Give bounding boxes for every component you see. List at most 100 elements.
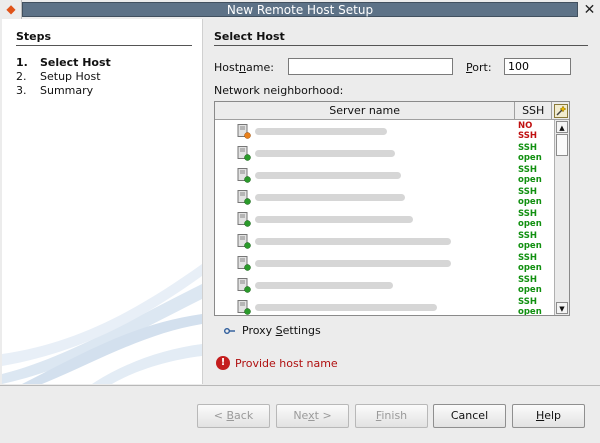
steps-list: 1. Select Host 2. Setup Host 3. Summary [16, 56, 111, 98]
ssh-status-line1: NO [518, 121, 533, 131]
ssh-status: SSH open [518, 165, 548, 185]
port-label: Port: [466, 61, 492, 74]
proxy-label-post: ettings [282, 324, 321, 337]
decorative-swoosh [2, 264, 202, 384]
step-number: 3. [16, 84, 27, 97]
title-bar: ◆ New Remote Host Setup ✕ [0, 0, 600, 19]
ssh-status: SSH open [518, 275, 548, 295]
hostname-label-mnemonic: n [239, 61, 247, 74]
close-icon[interactable]: ✕ [581, 1, 598, 18]
ssh-status-line2: open [518, 153, 542, 163]
server-ssh-icon [237, 300, 251, 315]
step-label: Setup Host [40, 70, 101, 83]
help-button[interactable]: Help [512, 404, 585, 428]
key-icon [224, 327, 235, 334]
ssh-status-line2: open [518, 285, 542, 295]
table-row[interactable]: SSH open [215, 164, 555, 186]
refresh-search-icon[interactable] [552, 102, 569, 119]
steps-divider [16, 45, 192, 46]
ssh-status: SSH open [518, 143, 548, 163]
step-label: Summary [40, 84, 94, 97]
server-ssh-icon [237, 256, 251, 271]
vertical-scrollbar[interactable]: ▲ ▼ [554, 120, 569, 315]
scroll-up-icon[interactable]: ▲ [556, 121, 568, 133]
netbeans-icon: ◆ [6, 2, 16, 16]
proxy-label-mnemonic: S [275, 324, 283, 337]
column-header-server-name[interactable]: Server name [215, 102, 516, 119]
hostname-input[interactable] [288, 58, 453, 75]
ssh-status: NO SSH [518, 121, 548, 141]
port-input[interactable] [504, 58, 571, 75]
table-row[interactable]: SSH open [215, 230, 555, 252]
table-row[interactable]: SSH open [215, 186, 555, 208]
ssh-status: SSH open [518, 297, 548, 316]
ssh-status-line2: open [518, 241, 542, 251]
ssh-status-line2: open [518, 175, 542, 185]
step-number: 1. [16, 56, 28, 69]
ssh-status-line1: SSH [518, 143, 537, 153]
scroll-down-icon[interactable]: ▼ [556, 302, 568, 314]
table-row[interactable]: SSH open [215, 208, 555, 230]
ssh-status-line2: open [518, 197, 542, 207]
server-name-redacted [255, 150, 395, 157]
server-ssh-icon [237, 234, 251, 249]
server-no-ssh-icon [237, 124, 251, 139]
proxy-settings-link[interactable]: Proxy Settings [224, 324, 321, 337]
table-row[interactable]: NO SSH [215, 120, 555, 142]
server-ssh-icon [237, 168, 251, 183]
ssh-status-line1: SSH [518, 253, 537, 263]
server-ssh-icon [237, 278, 251, 293]
error-message: Provide host name [235, 356, 338, 370]
server-name-redacted [255, 282, 393, 289]
select-host-panel: Select Host Hostname: Port: Network neig… [204, 19, 598, 384]
server-name-redacted [255, 260, 451, 267]
table-row[interactable]: SSH open [215, 252, 555, 274]
ssh-status: SSH open [518, 187, 548, 207]
ssh-status: SSH open [518, 253, 548, 273]
server-ssh-icon [237, 146, 251, 161]
scroll-thumb[interactable] [556, 134, 568, 156]
validation-error: ! Provide host name [216, 356, 338, 370]
cancel-button[interactable]: Cancel [433, 404, 506, 428]
ssh-status-line2: open [518, 307, 542, 316]
server-name-redacted [255, 238, 451, 245]
ssh-status: SSH open [518, 209, 548, 229]
ssh-status-line1: SSH [518, 297, 537, 307]
step-label: Select Host [40, 56, 111, 69]
window-title: New Remote Host Setup [22, 2, 578, 17]
ssh-status: SSH open [518, 231, 548, 251]
footer-divider [0, 385, 600, 386]
ssh-status-line1: SSH [518, 165, 537, 175]
network-neighborhood-label: Network neighborhood: [214, 84, 344, 97]
table-row[interactable]: SSH open [215, 142, 555, 164]
ssh-status-line1: SSH [518, 209, 537, 219]
server-ssh-icon [237, 190, 251, 205]
ssh-status-line2: open [518, 219, 542, 229]
table-row[interactable]: SSH open [215, 296, 555, 316]
proxy-label-pre: Proxy [242, 324, 276, 337]
hostname-label-pre: Host [214, 61, 240, 74]
ssh-status-line2: SSH [518, 131, 537, 141]
server-name-redacted [255, 194, 405, 201]
server-name-redacted [255, 216, 413, 223]
table-row[interactable]: SSH open [215, 274, 555, 296]
column-header-ssh[interactable]: SSH [515, 102, 553, 119]
hostname-label-post: ame: [246, 61, 274, 74]
table-header: Server name SSH [215, 102, 569, 120]
server-table: Server name SSH NO SSH SSH open SSH open… [214, 101, 570, 316]
back-button[interactable]: < Back [197, 404, 270, 428]
ssh-status-line1: SSH [518, 187, 537, 197]
panel-title: Select Host [214, 30, 285, 43]
step-setup-host: 2. Setup Host [16, 70, 111, 84]
server-ssh-icon [237, 212, 251, 227]
steps-title: Steps [16, 30, 52, 43]
step-number: 2. [16, 70, 27, 83]
step-summary: 3. Summary [16, 84, 111, 98]
steps-panel: Steps 1. Select Host 2. Setup Host 3. Su… [2, 19, 203, 384]
server-name-redacted [255, 128, 387, 135]
next-button[interactable]: Next > [276, 404, 349, 428]
finish-button[interactable]: Finish [355, 404, 428, 428]
ssh-status-line1: SSH [518, 231, 537, 241]
ssh-status-line2: open [518, 263, 542, 273]
server-name-redacted [255, 304, 437, 311]
